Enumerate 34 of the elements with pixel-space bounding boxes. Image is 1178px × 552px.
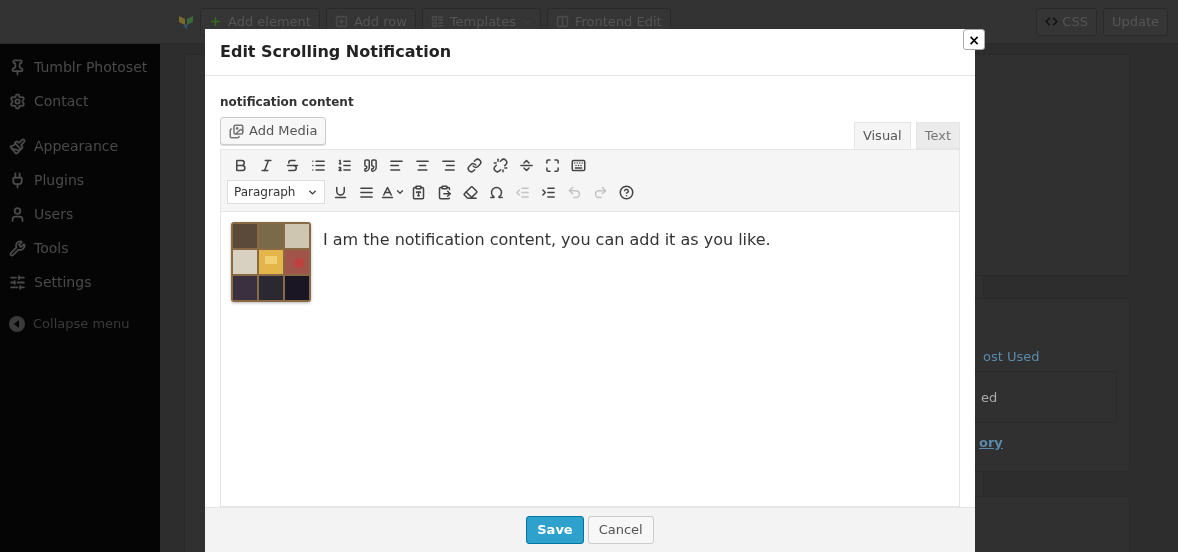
save-button[interactable]: Save	[526, 516, 584, 544]
category-link[interactable]: ory	[979, 433, 1003, 453]
sidebar-item[interactable]: Appearance	[0, 129, 160, 163]
close-button[interactable]: ×	[963, 29, 985, 50]
wrench-icon	[9, 239, 26, 257]
media-icon	[229, 123, 244, 139]
text-color-icon	[379, 184, 395, 200]
content-text: I am the notification content, you can add it as you like.	[323, 229, 771, 251]
gear-icon	[9, 92, 26, 110]
caret-icon	[394, 187, 405, 197]
add-media-button[interactable]: Add Media	[220, 117, 327, 145]
sidebar-item[interactable]: Users	[0, 197, 160, 231]
code-icon	[1045, 15, 1059, 28]
field-label: notification content	[220, 94, 355, 111]
sliders-icon	[9, 273, 26, 291]
sidebar-item[interactable]: Plugins	[0, 163, 160, 197]
dialog-title: Edit Scrolling Notification	[220, 41, 451, 63]
editor-tab[interactable]: Text	[915, 122, 960, 149]
option-label: ed	[981, 389, 998, 407]
collapse-icon	[9, 316, 25, 332]
format-select[interactable]: Paragraph	[227, 180, 325, 204]
tab-label[interactable]: ost Used	[983, 347, 1040, 367]
sidebar-item[interactable]: Tumblr Photoset	[0, 50, 160, 84]
sidebar-item[interactable]: Settings	[0, 265, 160, 299]
editor-tab[interactable]: Visual	[853, 122, 911, 149]
pin-icon	[9, 58, 26, 76]
sidebar-item[interactable]: Tools	[0, 231, 160, 265]
user-icon	[9, 205, 26, 223]
logo-icon	[178, 13, 194, 30]
plug-icon	[9, 171, 26, 189]
sidebar-item[interactable]: Contact	[0, 84, 160, 118]
plus-icon	[209, 15, 222, 28]
brush-icon	[9, 137, 26, 155]
cancel-button[interactable]: Cancel	[587, 516, 654, 544]
